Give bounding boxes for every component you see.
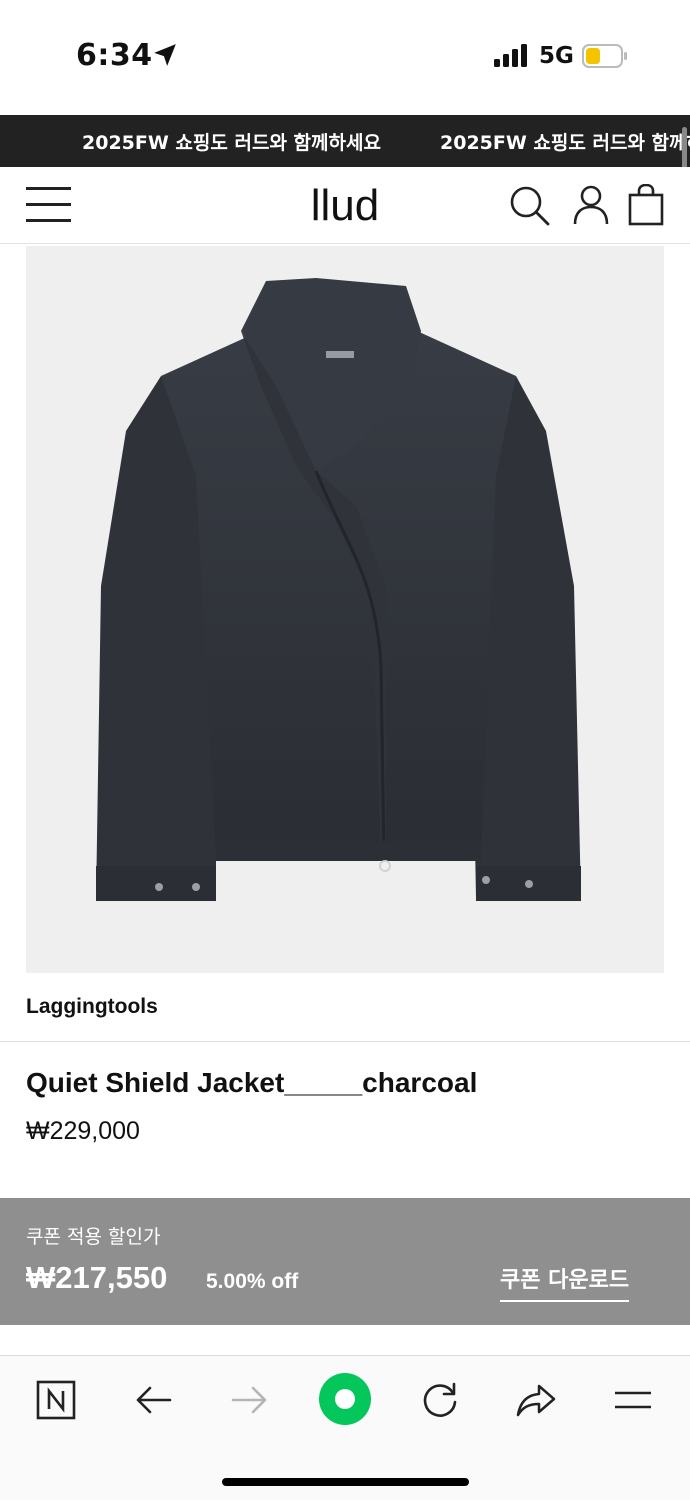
- back-arrow-icon[interactable]: [132, 1378, 176, 1422]
- search-icon[interactable]: [508, 184, 550, 226]
- green-circle-icon[interactable]: [318, 1372, 372, 1426]
- location-arrow-icon: [154, 44, 176, 66]
- battery-icon: [582, 44, 627, 68]
- status-bar: 6:34 5G: [0, 0, 690, 115]
- divider: [0, 1041, 690, 1042]
- naver-n-icon[interactable]: [34, 1378, 78, 1422]
- product-name: Quiet Shield Jacket_____charcoal: [26, 1067, 478, 1098]
- coupon-download-button[interactable]: 쿠폰 다운로드: [500, 1262, 630, 1302]
- jacket-illustration: [96, 278, 581, 901]
- coupon-price: ₩217,550: [26, 1260, 168, 1295]
- menu-icon[interactable]: [611, 1378, 655, 1422]
- account-icon[interactable]: [570, 184, 612, 226]
- cellular-signal-icon: [494, 44, 527, 67]
- shopping-bag-icon[interactable]: [626, 184, 668, 226]
- coupon-panel: 쿠폰 적용 할인가 ₩217,550 5.00% off 쿠폰 다운로드: [0, 1198, 690, 1325]
- page-gap: [0, 1325, 690, 1355]
- reload-icon[interactable]: [418, 1378, 462, 1422]
- product-image[interactable]: [26, 246, 664, 973]
- status-time: 6:34: [76, 38, 153, 73]
- share-icon[interactable]: [514, 1378, 558, 1422]
- coupon-discount: 5.00% off: [206, 1270, 299, 1293]
- product-price: ₩229,000: [26, 1117, 140, 1145]
- banner-text-repeat: 2025FW 쇼핑도 러드와 함께하세요: [440, 132, 690, 154]
- home-indicator[interactable]: [222, 1478, 469, 1486]
- product-brand[interactable]: Laggingtools: [26, 995, 158, 1019]
- banner-text: 2025FW 쇼핑도 러드와 함께하세요: [82, 132, 381, 154]
- network-label: 5G: [539, 43, 574, 69]
- browser-toolbar: [0, 1355, 690, 1500]
- site-header: llud: [0, 167, 690, 244]
- coupon-label: 쿠폰 적용 할인가: [26, 1226, 161, 1248]
- forward-arrow-icon[interactable]: [227, 1378, 271, 1422]
- promo-banner[interactable]: 2025FW 쇼핑도 러드와 함께하세요 2025FW 쇼핑도 러드와 함께하세…: [0, 115, 690, 167]
